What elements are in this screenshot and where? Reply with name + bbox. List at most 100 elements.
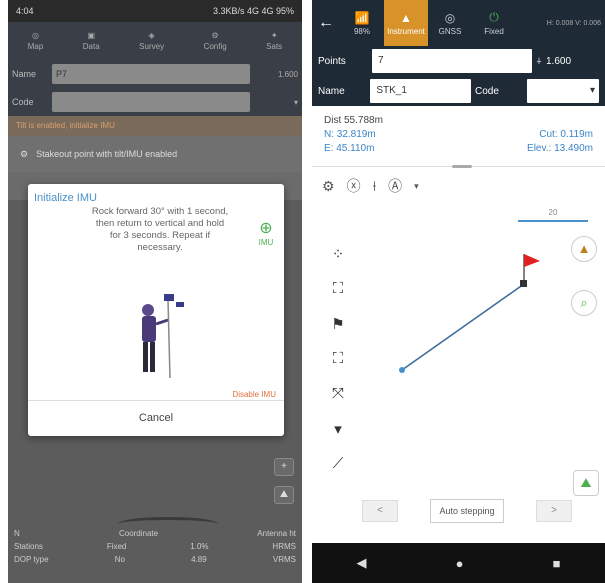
code-input[interactable] [52,92,250,112]
cone-icon: ▲ [400,10,412,25]
antenna-icon: 📶 [354,10,370,25]
status-time: 4:04 [16,6,34,16]
info-text: Stakeout point with tilt/IMU enabled [36,149,178,159]
data-icon: ▣ [87,31,96,40]
toolbar-item-data[interactable]: ▣ Data [83,31,100,51]
nav-home-icon[interactable]: ● [456,556,464,571]
name-label: Name [12,69,37,79]
android-nav-bar: ◀ ● ■ [312,543,605,583]
disable-imu-link[interactable]: Disable IMU [232,390,276,399]
signal-icon[interactable]: ▾ [326,420,350,442]
name-label: Name [318,85,345,97]
toolbar: ◎ Map ▣ Data ◈ Survey ⚙ Config ✦ Sats [8,22,302,60]
antenna-segment[interactable]: 📶 98% [340,11,384,36]
stake-line [401,283,525,371]
dialog-divider [28,400,284,401]
target-flag-icon [524,254,540,267]
code-dropdown-icon[interactable]: ▾ [254,98,298,107]
map-tools: ⚙ ⓧ ⍿ Ⓐ ▾ [312,170,605,202]
auto-stepping-button[interactable]: Auto stepping [430,499,504,523]
cut-value: Cut: 0.119m [539,129,593,140]
chevron-down-icon: ▾ [589,85,596,96]
gnss-segment[interactable]: ◎ GNSS [428,11,472,36]
toolbar-item-survey[interactable]: ◈ Survey [139,31,164,51]
code-row: Code ▾ [8,88,302,116]
toolbar-item-config[interactable]: ⚙ Config [204,31,227,51]
code-label[interactable]: Code [475,86,523,97]
toolbar-item-map[interactable]: ◎ Map [28,31,44,51]
cancel-button[interactable]: Cancel [28,402,284,434]
points-input[interactable]: 7 [372,49,532,73]
initialize-imu-dialog: Initialize IMU Rock forward 30° with 1 s… [28,184,284,436]
bottom-info: N Coordinate Antenna ht Stations Fixed 1… [8,527,302,583]
measure-tool-icon[interactable]: ⟋ [326,455,350,477]
collapse-icon[interactable]: ⤧ [326,385,350,407]
code-dropdown[interactable]: ▾ [527,79,600,103]
name-row: Name P7 1.600 [8,60,302,88]
elev-value: Elev.: 13.490m [527,143,593,154]
map-scale: 20 [518,208,588,222]
current-position [399,367,405,373]
target-point [520,280,527,287]
north-value: N: 32.819m [324,129,376,140]
bottom-row-2: Stations Fixed 1.0% HRMS [14,542,296,551]
cone-button[interactable]: ▲ [571,236,597,262]
stake-info: Dist 55.788m N: 32.819m Cut: 0.119m E: 4… [312,106,605,164]
panel-divider[interactable] [312,165,605,170]
expand-icon[interactable]: ⛶ [326,350,350,372]
top-bar: ← 📶 98% ▲ Instrument ◎ GNSS ⏻ Fixed H: 0… [312,0,605,46]
status-bar: 4:04 3.3KB/s 4G 4G 95% [8,0,302,22]
side-button-a[interactable]: + [274,458,294,476]
bottom-row-1: N Coordinate Antenna ht [14,529,296,538]
next-button[interactable]: > [535,500,572,522]
rod-icon: ⍭ [536,55,542,67]
points-row: Points 7 ⍭ 1.600 [312,46,605,76]
north-arrow-icon[interactable]: Ⓐ [388,176,402,196]
info-row: ⚙ Stakeout point with tilt/IMU enabled [8,136,302,172]
map-icon: ◎ [32,31,39,40]
name-row: Name STK_1 Code ▾ [312,76,605,106]
power-icon: ⏻ [489,10,499,24]
close-circle-icon[interactable]: ⓧ [347,176,361,196]
toolbar-item-sats[interactable]: ✦ Sats [266,31,282,51]
gear-icon[interactable]: ⚙ [322,178,335,195]
imu-icon[interactable]: ⊕ IMU [256,220,276,250]
survey-icon: ◈ [148,31,155,40]
points-cluster-icon[interactable]: ⁘ [326,245,350,267]
height-value[interactable]: 1.600 [546,56,571,67]
status-right: 3.3KB/s 4G 4G 95% [212,6,294,16]
precision-status: H: 0.008 V: 0.006 [546,19,601,27]
points-label[interactable]: Points [318,56,368,67]
surveyor-illustration [142,294,184,379]
nav-recents-icon[interactable]: ■ [553,556,561,571]
measure-button[interactable]: ⛰ [573,470,599,496]
prev-button[interactable]: < [362,500,398,522]
layers-icon[interactable]: ⛶ [326,280,350,302]
flag-icon[interactable]: ⚑ [326,315,350,337]
map-canvas[interactable] [362,235,602,505]
dialog-instructions: Rock forward 30° with 1 second, then ret… [91,206,229,253]
drag-handle[interactable] [452,165,472,168]
tools-dropdown-icon[interactable]: ▾ [414,181,419,192]
east-value: E: 45.110m [324,143,375,154]
left-toolbar: ⁘ ⛶ ⚑ ⛶ ⤧ ▾ ⟋ [326,245,350,477]
satellite-icon: ◎ [444,10,456,25]
side-button-b[interactable]: ⛰ [274,486,294,504]
left-phone-screen: 4:04 3.3KB/s 4G 4G 95% ◎ Map ▣ Data ◈ Surve… [8,0,302,583]
arrow-left-icon[interactable]: ← [312,14,340,32]
pole-icon[interactable]: ⍿ [373,178,377,195]
name-input[interactable]: STK_1 [370,79,471,103]
zoom-search-icon[interactable]: ⌕ [571,290,597,316]
name-input[interactable]: P7 [52,64,250,84]
config-icon: ⚙ [211,31,219,40]
bottom-row-3: DOP type No 4.89 VRMS [14,555,296,564]
code-label: Code [12,97,34,107]
instrument-segment[interactable]: ▲ Instrument [384,0,428,46]
warning-text: Tilt is enabled, initialize IMU [8,116,302,136]
nav-back-icon[interactable]: ◀ [357,555,367,571]
bottom-controls: < Auto stepping > [362,499,572,523]
sats-icon: ✦ [270,31,278,40]
settings-icon: ⚙ [20,148,29,159]
name-right: 1.600 [277,69,298,79]
fixed-segment[interactable]: ⏻ Fixed [472,10,516,36]
